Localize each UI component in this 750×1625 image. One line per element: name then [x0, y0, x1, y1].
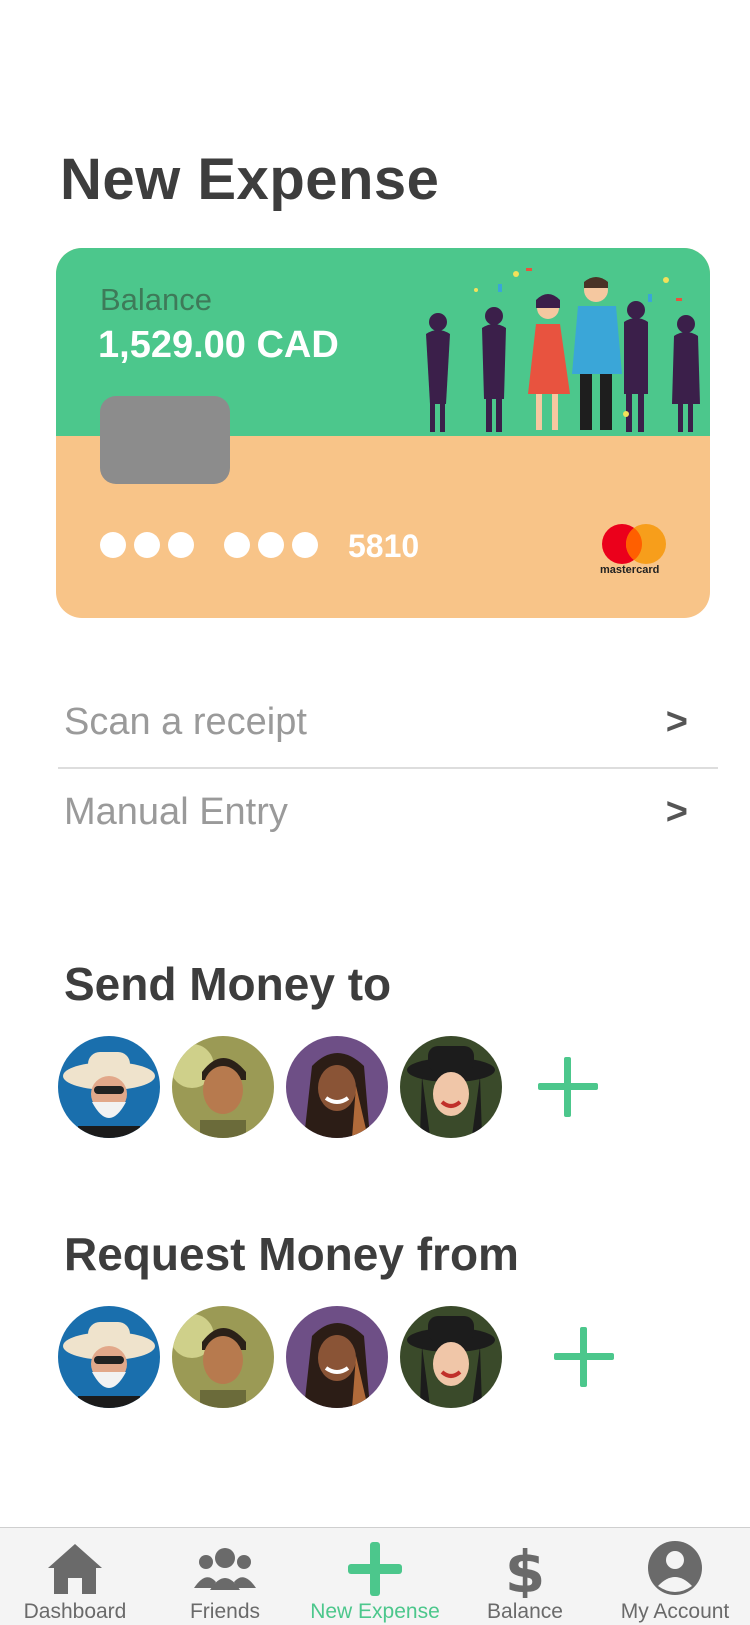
scan-receipt-option[interactable]: Scan a receipt > [58, 682, 718, 762]
balance-label: Balance [100, 282, 213, 317]
avatar[interactable] [400, 1306, 502, 1408]
avatar[interactable] [400, 1036, 502, 1138]
avatar[interactable] [286, 1036, 388, 1138]
tab-friends[interactable]: Friends [150, 1528, 300, 1625]
avatar[interactable] [58, 1036, 160, 1138]
bottom-tab-bar: Dashboard Friends New Expense $ Balance … [0, 1527, 750, 1625]
add-request-contact-button[interactable] [554, 1327, 614, 1387]
card-last-four: 5810 [348, 528, 420, 564]
avatar[interactable] [286, 1306, 388, 1408]
tab-my-account[interactable]: My Account [600, 1528, 750, 1625]
masked-card-number [100, 532, 318, 558]
avatar[interactable] [58, 1306, 160, 1408]
home-icon [48, 1544, 102, 1594]
send-contacts [58, 1036, 598, 1138]
card-network-label: mastercard [600, 564, 660, 576]
tab-new-expense[interactable]: New Expense [300, 1528, 450, 1625]
tab-balance[interactable]: $ Balance [450, 1528, 600, 1625]
tab-label: Friends [189, 1600, 261, 1623]
tab-label: New Expense [310, 1600, 440, 1623]
balance-value: 1,529.00 CAD [98, 324, 339, 366]
avatar[interactable] [172, 1036, 274, 1138]
tab-dashboard[interactable]: Dashboard [0, 1528, 150, 1625]
avatar[interactable] [172, 1306, 274, 1408]
manual-entry-option[interactable]: Manual Entry > [58, 772, 718, 852]
request-money-title: Request Money from [64, 1228, 519, 1280]
svg-text:$: $ [505, 1538, 545, 1598]
card-chip [100, 396, 230, 484]
party-illustration [426, 268, 700, 432]
payment-card[interactable]: Balance 1,529.00 CAD 5810 mastercard [56, 248, 710, 618]
friends-icon [194, 1548, 256, 1590]
divider [58, 767, 718, 769]
account-icon [648, 1541, 702, 1595]
tab-label: Dashboard [23, 1600, 127, 1623]
tab-label: My Account [620, 1600, 730, 1623]
option-label: Scan a receipt [64, 700, 307, 743]
request-contacts [58, 1306, 614, 1408]
page-title: New Expense [60, 147, 440, 212]
option-label: Manual Entry [64, 790, 288, 833]
tab-label: Balance [487, 1600, 563, 1623]
chevron-right-icon: > [665, 700, 688, 743]
dollar-icon: $ [505, 1538, 545, 1598]
add-send-contact-button[interactable] [538, 1057, 598, 1117]
plus-icon [348, 1542, 402, 1596]
chevron-right-icon: > [665, 790, 688, 833]
send-money-title: Send Money to [64, 958, 392, 1010]
